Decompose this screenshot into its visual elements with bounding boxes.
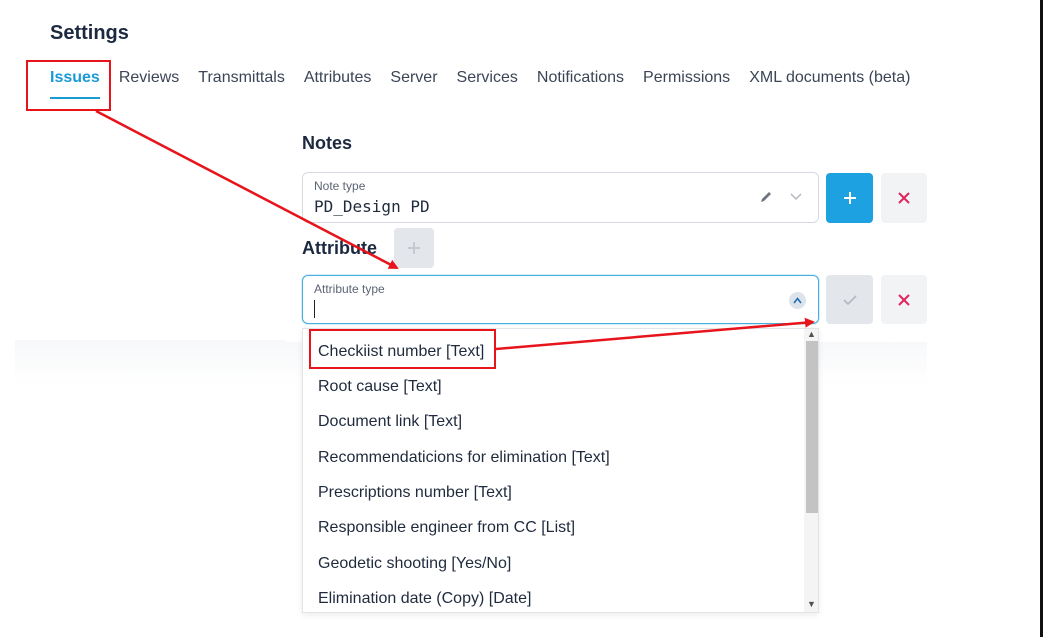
annotation-arrow-to-confirm — [495, 317, 815, 351]
annotation-arrow-to-add-attribute — [95, 109, 399, 270]
annotation-arrows — [95, 109, 815, 351]
